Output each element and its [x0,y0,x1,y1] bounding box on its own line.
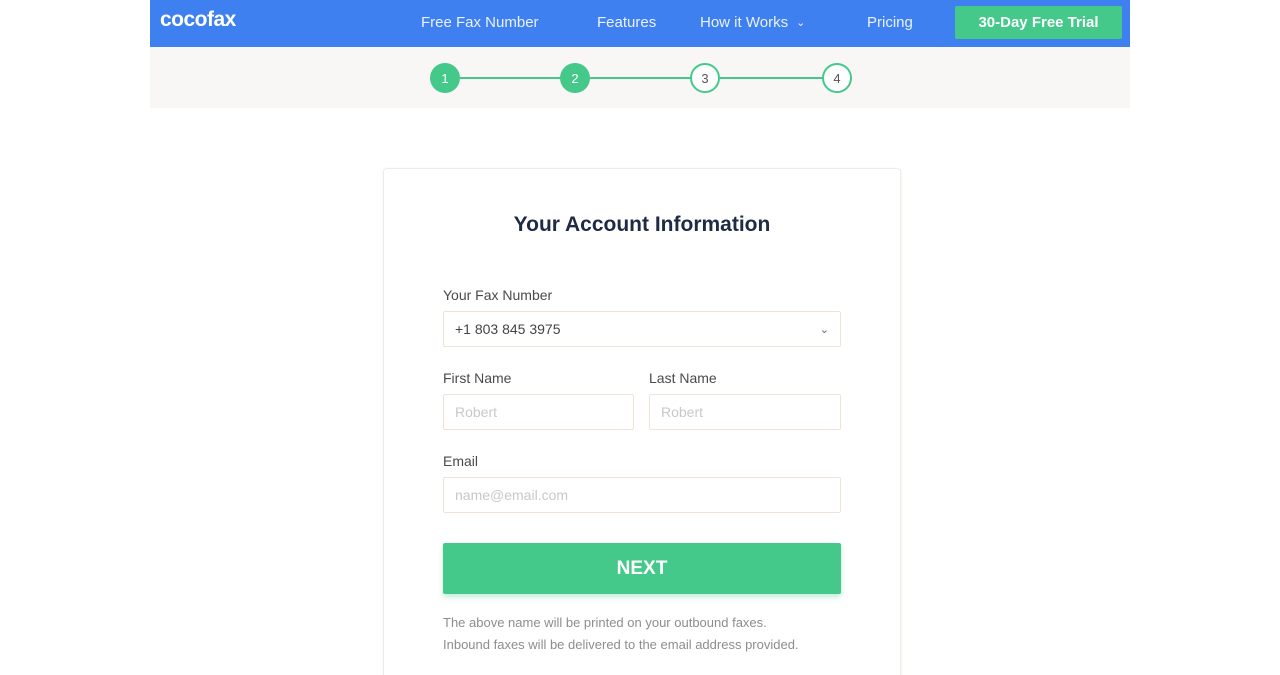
nav-features[interactable]: Features [597,14,656,31]
step-3: 3 [690,63,720,93]
first-name-label: First Name [443,370,512,386]
next-button[interactable]: NEXT [443,543,841,594]
last-name-label: Last Name [649,370,717,386]
nav-how-it-works[interactable]: How it Works ⌄ [700,14,805,31]
step-1: 1 [430,63,460,93]
last-name-input[interactable] [649,394,841,430]
email-label: Email [443,453,479,469]
page-title: Your Account Information [513,213,771,236]
step-4: 4 [822,63,852,93]
progress-stepper: 1 2 3 4 [150,47,1130,108]
page: cocofax Free Fax Number Features How it … [0,0,1280,675]
fax-number-label: Your Fax Number [443,287,553,303]
account-info-card: Your Account Information Your Fax Number… [383,168,901,675]
nav-how-it-works-label: How it Works [700,14,789,31]
chevron-down-icon: ⌄ [796,17,806,29]
fax-number-value: +1 803 845 3975 [455,321,561,337]
top-navbar: cocofax Free Fax Number Features How it … [150,0,1130,47]
note-line-2: Inbound faxes will be delivered to the e… [443,637,799,652]
nav-free-fax-number[interactable]: Free Fax Number [421,14,539,31]
fax-number-select[interactable]: +1 803 845 3975 ⌄ [443,311,841,347]
first-name-input[interactable] [443,394,634,430]
nav-pricing[interactable]: Pricing [867,14,913,31]
step-2: 2 [560,63,590,93]
cocofax-logo[interactable]: cocofax [160,8,236,32]
note-line-1: The above name will be printed on your o… [443,615,767,630]
chevron-down-icon: ⌄ [819,323,829,336]
form-note: The above name will be printed on your o… [443,612,863,656]
free-trial-button[interactable]: 30-Day Free Trial [955,6,1122,39]
email-input[interactable] [443,477,841,513]
